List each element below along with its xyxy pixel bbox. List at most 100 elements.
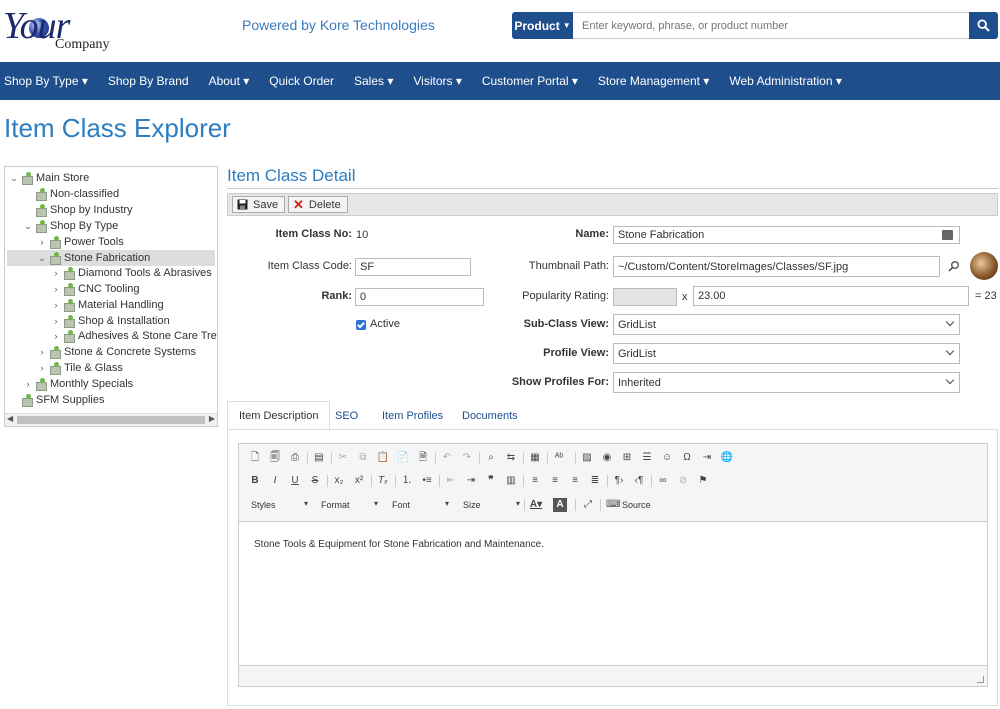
link-icon[interactable]: ∞ xyxy=(656,474,670,488)
scroll-right-icon[interactable]: ▶ xyxy=(209,414,215,423)
nav-quick-order[interactable]: Quick Order xyxy=(265,74,344,88)
image-icon[interactable]: ▨ xyxy=(580,451,594,465)
tree-node[interactable]: ⌄ Main Store xyxy=(9,170,89,186)
tree-node[interactable]: › Monthly Specials xyxy=(23,376,133,392)
tree-toggle-icon[interactable]: › xyxy=(51,331,61,341)
source-label[interactable]: Source xyxy=(622,500,651,510)
popularity-multiplier-input[interactable]: 23.00 xyxy=(693,286,969,306)
nav-shop-by-brand[interactable]: Shop By Brand xyxy=(104,74,199,88)
bulleted-list-icon[interactable]: •≡ xyxy=(420,474,434,488)
align-right-icon[interactable]: ≡ xyxy=(568,474,582,488)
templates-icon[interactable]: ▤ xyxy=(312,451,326,465)
blockquote-icon[interactable]: ❞ xyxy=(484,474,498,488)
unlink-icon[interactable]: ⊘ xyxy=(676,474,690,488)
tree-toggle-icon[interactable]: ⌄ xyxy=(23,221,33,232)
italic-icon[interactable]: I xyxy=(268,474,282,488)
company-logo[interactable]: Your Company xyxy=(3,4,113,56)
search-button[interactable] xyxy=(969,12,998,39)
nav-shop-by-type[interactable]: Shop By Type ▾ xyxy=(0,74,98,88)
align-center-icon[interactable]: ≡ xyxy=(548,474,562,488)
tree-node[interactable]: › Stone & Concrete Systems xyxy=(37,344,196,360)
tree-node[interactable]: ⌄ Shop By Type xyxy=(23,218,118,234)
size-combo[interactable]: Size xyxy=(460,497,522,513)
format-combo[interactable]: Format xyxy=(318,497,380,513)
tree-node[interactable]: SFM Supplies xyxy=(9,392,104,408)
tree-toggle-icon[interactable]: › xyxy=(51,284,61,294)
tree-toggle-icon[interactable]: › xyxy=(37,237,47,247)
redo-icon[interactable]: ↷ xyxy=(460,451,474,465)
resize-handle-icon[interactable] xyxy=(977,676,984,683)
cut-icon[interactable]: ✂ xyxy=(336,451,350,465)
nav-customer-portal[interactable]: Customer Portal ▾ xyxy=(478,74,588,88)
nav-sales[interactable]: Sales ▾ xyxy=(350,74,403,88)
tree-horizontal-scrollbar[interactable]: ◀ ▶ xyxy=(5,413,217,426)
numbered-list-icon[interactable]: ⒈ xyxy=(400,474,414,488)
copy-icon[interactable]: ⧉ xyxy=(356,451,370,465)
search-input[interactable] xyxy=(573,12,969,39)
thumbnail-path-input[interactable]: ~/Custom/Content/StoreImages/Classes/SF.… xyxy=(613,256,940,277)
name-input[interactable]: Stone Fabrication xyxy=(613,226,960,244)
translate-icon[interactable] xyxy=(942,230,953,240)
tree-toggle-icon[interactable]: ⌄ xyxy=(9,173,19,184)
scrollbar-thumb[interactable] xyxy=(17,416,205,424)
remove-format-icon[interactable]: Tₓ xyxy=(376,474,390,488)
superscript-icon[interactable]: x² xyxy=(352,474,366,488)
tree-toggle-icon[interactable]: › xyxy=(51,316,61,326)
nav-store-management[interactable]: Store Management ▾ xyxy=(594,74,719,88)
item-class-code-input[interactable]: SF xyxy=(355,258,471,276)
tree-node-selected[interactable]: ⌄ Stone Fabrication xyxy=(7,250,215,266)
nav-about[interactable]: About ▾ xyxy=(205,74,260,88)
tree-toggle-icon[interactable]: › xyxy=(51,300,61,310)
scroll-left-icon[interactable]: ◀ xyxy=(7,414,13,423)
bold-icon[interactable]: B xyxy=(248,474,262,488)
show-profiles-for-select[interactable]: Inherited xyxy=(613,372,960,393)
tree-node[interactable]: › Tile & Glass xyxy=(37,360,123,376)
table-icon[interactable]: ⊞ xyxy=(620,451,634,465)
rank-input[interactable]: 0 xyxy=(355,288,484,306)
text-color-icon[interactable]: A▾ xyxy=(529,498,543,512)
tree-toggle-icon[interactable]: › xyxy=(51,268,61,278)
replace-icon[interactable]: ⇆ xyxy=(504,451,518,465)
select-all-icon[interactable]: ▦ xyxy=(528,451,542,465)
indent-icon[interactable]: ⇥ xyxy=(464,474,478,488)
paste-word-icon[interactable]: 🗎 xyxy=(416,451,430,465)
underline-icon[interactable]: U xyxy=(288,474,302,488)
page-break-icon[interactable]: ⇥ xyxy=(700,451,714,465)
font-combo[interactable]: Font xyxy=(389,497,451,513)
preview-icon[interactable]: 🗐 xyxy=(268,451,282,465)
tree-node[interactable]: › Power Tools xyxy=(37,234,124,250)
horizontal-line-icon[interactable]: ☰ xyxy=(640,451,654,465)
find-icon[interactable]: ⌕ xyxy=(484,451,498,465)
editor-content-text[interactable]: Stone Tools & Equipment for Stone Fabric… xyxy=(254,539,544,550)
source-icon[interactable]: ⌨ xyxy=(606,498,620,512)
search-scope-dropdown[interactable]: Product ▼ xyxy=(512,12,573,39)
paste-icon[interactable]: 📋 xyxy=(376,451,390,465)
outdent-icon[interactable]: ⇤ xyxy=(444,474,458,488)
div-icon[interactable]: ▥ xyxy=(504,474,518,488)
new-page-icon[interactable]: 🗋 xyxy=(248,451,262,465)
editor-content-area[interactable]: Stone Tools & Equipment for Stone Fabric… xyxy=(239,521,987,666)
special-char-icon[interactable]: Ω xyxy=(680,451,694,465)
undo-icon[interactable]: ↶ xyxy=(440,451,454,465)
flash-icon[interactable]: ◉ xyxy=(600,451,614,465)
tree-toggle-icon[interactable]: › xyxy=(23,379,33,389)
tree-toggle-icon[interactable]: › xyxy=(37,363,47,373)
paste-text-icon[interactable]: 📄 xyxy=(396,451,410,465)
tree-node[interactable]: Shop by Industry xyxy=(23,202,133,218)
save-button[interactable]: Save xyxy=(232,196,286,213)
tree-node[interactable]: › Adhesives & Stone Care Treatm xyxy=(51,328,217,344)
background-color-icon[interactable]: A xyxy=(553,498,567,512)
delete-button[interactable]: ✕ Delete xyxy=(288,196,348,213)
tree-toggle-icon[interactable]: › xyxy=(37,347,47,357)
iframe-icon[interactable]: 🌐 xyxy=(720,451,734,465)
tab-item-description[interactable]: Item Description xyxy=(227,401,331,430)
tab-item-profiles[interactable]: Item Profiles xyxy=(371,401,454,430)
smiley-icon[interactable]: ☺ xyxy=(660,451,674,465)
strike-icon[interactable]: S xyxy=(308,474,322,488)
tab-seo[interactable]: SEO xyxy=(324,401,369,430)
nav-web-administration[interactable]: Web Administration ▾ xyxy=(725,74,852,88)
maximize-icon[interactable]: ⤢ xyxy=(581,498,595,512)
tree-toggle-icon[interactable]: ⌄ xyxy=(37,253,47,264)
tree-node[interactable]: Non-classified xyxy=(23,186,119,202)
align-left-icon[interactable]: ≡ xyxy=(528,474,542,488)
